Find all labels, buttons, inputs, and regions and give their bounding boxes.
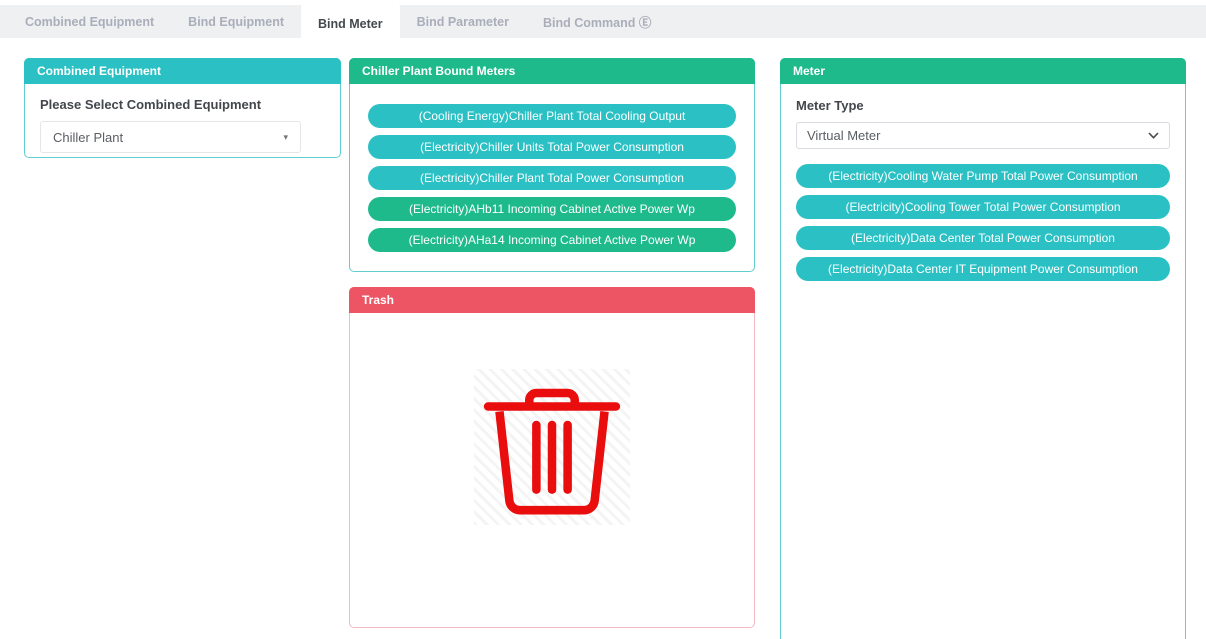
tab-bar: Combined EquipmentBind EquipmentBind Met… xyxy=(0,5,1206,38)
bound-meters-list: (Cooling Energy)Chiller Plant Total Cool… xyxy=(350,84,754,252)
chevron-down-icon xyxy=(1148,132,1159,139)
meter-panel-title: Meter xyxy=(780,58,1186,84)
trash-panel-title: Trash xyxy=(349,287,755,313)
combined-equipment-panel: Combined Equipment Please Select Combine… xyxy=(24,58,341,158)
meter-panel: Meter Meter Type Virtual Meter (Electric… xyxy=(780,58,1186,639)
combined-equipment-panel-body: Please Select Combined Equipment Chiller… xyxy=(25,84,340,164)
meter-panel-body: Meter Type Virtual Meter (Electricity)Co… xyxy=(781,84,1185,300)
page: Combined EquipmentBind EquipmentBind Met… xyxy=(0,0,1206,639)
meter-type-select[interactable]: Virtual Meter xyxy=(796,122,1170,149)
combined-equipment-panel-title: Combined Equipment xyxy=(24,58,341,84)
tab-combined-equipment[interactable]: Combined Equipment xyxy=(8,5,171,38)
trash-drop-area[interactable] xyxy=(474,369,630,525)
trash-icon xyxy=(481,376,623,518)
tab-bind-command[interactable]: Bind Command Ⓔ xyxy=(526,5,668,38)
meter-list: (Electricity)Cooling Water Pump Total Po… xyxy=(796,164,1170,281)
trash-panel-body xyxy=(350,313,754,627)
bound-meter-pill-electricity-aha14-incoming-cabinet-active-power-[interactable]: (Electricity)AHa14 Incoming Cabinet Acti… xyxy=(368,228,736,252)
combined-equipment-select-value: Chiller Plant xyxy=(53,130,123,145)
bound-meters-panel: Chiller Plant Bound Meters (Cooling Ener… xyxy=(349,58,755,272)
meter-pill-electricity-data-center-it-equipment-power-consu[interactable]: (Electricity)Data Center IT Equipment Po… xyxy=(796,257,1170,281)
tab-bind-meter[interactable]: Bind Meter xyxy=(301,5,400,42)
bound-meter-pill-electricity-ahb11-incoming-cabinet-active-power-[interactable]: (Electricity)AHb11 Incoming Cabinet Acti… xyxy=(368,197,736,221)
combined-equipment-select-label: Please Select Combined Equipment xyxy=(40,97,325,112)
meter-type-label: Meter Type xyxy=(796,98,1170,113)
bound-meter-pill-electricity-chiller-units-total-power-consumptio[interactable]: (Electricity)Chiller Units Total Power C… xyxy=(368,135,736,159)
tab-bind-parameter[interactable]: Bind Parameter xyxy=(400,5,526,38)
meter-pill-electricity-cooling-water-pump-total-power-consu[interactable]: (Electricity)Cooling Water Pump Total Po… xyxy=(796,164,1170,188)
meter-pill-electricity-data-center-total-power-consumption[interactable]: (Electricity)Data Center Total Power Con… xyxy=(796,226,1170,250)
caret-down-icon: ▾ xyxy=(283,133,288,142)
bound-meter-pill-cooling-energy-chiller-plant-total-cooling-outpu[interactable]: (Cooling Energy)Chiller Plant Total Cool… xyxy=(368,104,736,128)
meter-type-select-value: Virtual Meter xyxy=(807,128,880,143)
bound-meters-panel-title: Chiller Plant Bound Meters xyxy=(349,58,755,84)
combined-equipment-select[interactable]: Chiller Plant ▾ xyxy=(40,121,301,153)
bound-meter-pill-electricity-chiller-plant-total-power-consumptio[interactable]: (Electricity)Chiller Plant Total Power C… xyxy=(368,166,736,190)
tab-bind-equipment[interactable]: Bind Equipment xyxy=(171,5,301,38)
meter-pill-electricity-cooling-tower-total-power-consumptio[interactable]: (Electricity)Cooling Tower Total Power C… xyxy=(796,195,1170,219)
trash-panel: Trash xyxy=(349,287,755,628)
